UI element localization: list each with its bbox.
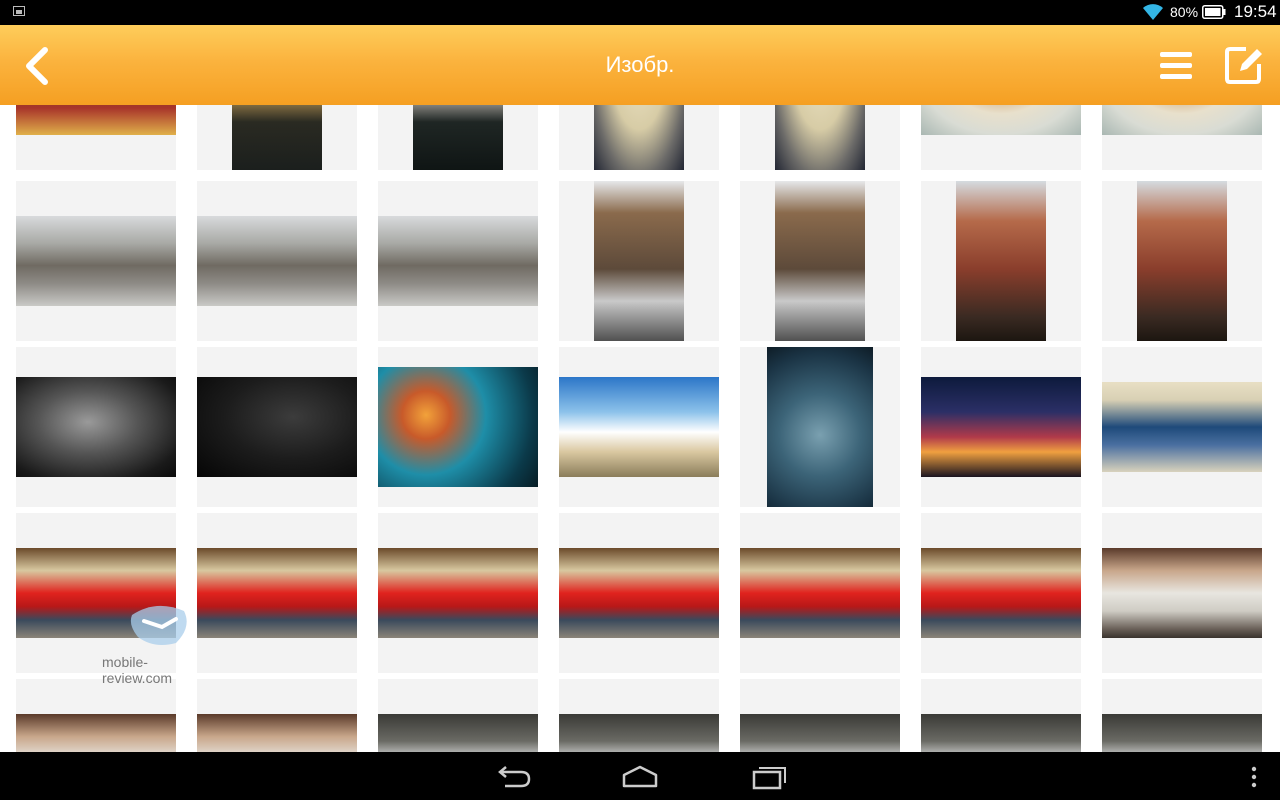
photo-thumbnail[interactable] [16, 181, 176, 341]
photo-thumbnail[interactable] [559, 513, 719, 673]
photo-thumbnail[interactable] [378, 105, 538, 170]
wifi-icon [1143, 4, 1163, 20]
great-wave-image [1102, 382, 1262, 472]
paper-boats-image [767, 347, 873, 507]
photo-thumbnail[interactable] [1102, 181, 1262, 341]
photo-thumbnail[interactable] [197, 347, 357, 507]
ladybug-leaf-image [16, 377, 176, 477]
menu-icon[interactable] [1155, 45, 1197, 87]
photo-thumbnail[interactable] [197, 105, 357, 170]
photo-thumbnail[interactable] [1102, 513, 1262, 673]
image-notification-icon [13, 6, 25, 16]
photo-thumbnail[interactable] [1102, 347, 1262, 507]
street-corner-image [16, 216, 176, 306]
sunset-sky-image [921, 377, 1081, 477]
photo-thumbnail[interactable] [1102, 105, 1262, 170]
clock: 19:54 [1234, 2, 1277, 21]
photo-thumbnail[interactable] [378, 347, 538, 507]
photo-thumbnail[interactable] [921, 679, 1081, 752]
street-cars-image [921, 714, 1081, 752]
action-bar: Изобр. [0, 25, 1280, 105]
photo-thumbnail[interactable] [1102, 679, 1262, 752]
red-car-image [559, 548, 719, 638]
photo-thumbnail[interactable] [740, 181, 900, 341]
white-car-image [1102, 548, 1262, 638]
street-cars-image [378, 714, 538, 752]
pasta-plate-image [1102, 105, 1262, 135]
nav-home-icon[interactable] [618, 764, 662, 790]
anime-bus-stop-image [559, 377, 719, 477]
building-crosswalk-image [775, 181, 865, 341]
status-bar: 80% 19:54 [0, 0, 1280, 25]
soup-plate-image [775, 105, 865, 170]
red-car-image [197, 548, 357, 638]
photo-thumbnail[interactable] [16, 679, 176, 752]
street-cars-image [559, 714, 719, 752]
photo-thumbnail[interactable] [740, 347, 900, 507]
photo-thumbnail[interactable] [197, 513, 357, 673]
shop-window-image [16, 105, 176, 135]
bokeh-lights-image [378, 367, 538, 487]
watermark: mobile-review.com [102, 597, 212, 686]
photo-thumbnail[interactable] [16, 347, 176, 507]
building-crosswalk-image [594, 181, 684, 341]
red-car-image [378, 548, 538, 638]
photo-thumbnail[interactable] [197, 679, 357, 752]
street-corner-image [197, 216, 357, 306]
street-cars-image [1102, 714, 1262, 752]
street-cars-image [740, 714, 900, 752]
food-display-image [232, 105, 322, 170]
edit-icon[interactable] [1222, 43, 1266, 87]
red-car-image [921, 548, 1081, 638]
photo-thumbnail[interactable] [921, 105, 1081, 170]
red-tower-image [1137, 181, 1227, 341]
red-car-image [740, 548, 900, 638]
overflow-icon[interactable] [1244, 766, 1264, 788]
pasta-plate-image [921, 105, 1081, 135]
photo-thumbnail[interactable] [740, 513, 900, 673]
photo-thumbnail[interactable] [559, 679, 719, 752]
nav-recent-icon[interactable] [750, 762, 790, 792]
photo-thumbnail[interactable] [740, 679, 900, 752]
dark-leaf-image [197, 377, 357, 477]
page-title: Изобр. [605, 52, 675, 77]
photo-thumbnail[interactable] [921, 181, 1081, 341]
photo-thumbnail[interactable] [197, 181, 357, 341]
photo-thumbnail[interactable] [559, 347, 719, 507]
photo-thumbnail[interactable] [378, 181, 538, 341]
white-car-image [197, 714, 357, 752]
navigation-bar [0, 752, 1280, 800]
photo-thumbnail[interactable] [559, 181, 719, 341]
photo-thumbnail[interactable] [378, 679, 538, 752]
battery-percent: 80% [1170, 4, 1199, 20]
photo-thumbnail[interactable] [16, 105, 176, 170]
photo-thumbnail[interactable] [740, 105, 900, 170]
shop-counter-image [413, 105, 503, 170]
photo-thumbnail[interactable] [921, 513, 1081, 673]
watermark-text: mobile-review.com [102, 654, 173, 686]
photo-thumbnail[interactable] [921, 347, 1081, 507]
soup-plate-image [594, 105, 684, 170]
nav-back-icon[interactable] [493, 764, 533, 790]
battery-icon [1202, 5, 1226, 19]
photo-thumbnail[interactable] [378, 513, 538, 673]
red-tower-image [956, 181, 1046, 341]
photo-thumbnail[interactable] [559, 105, 719, 170]
white-car-image [16, 714, 176, 752]
street-corner-image [378, 216, 538, 306]
watermark-logo-icon [130, 605, 187, 645]
